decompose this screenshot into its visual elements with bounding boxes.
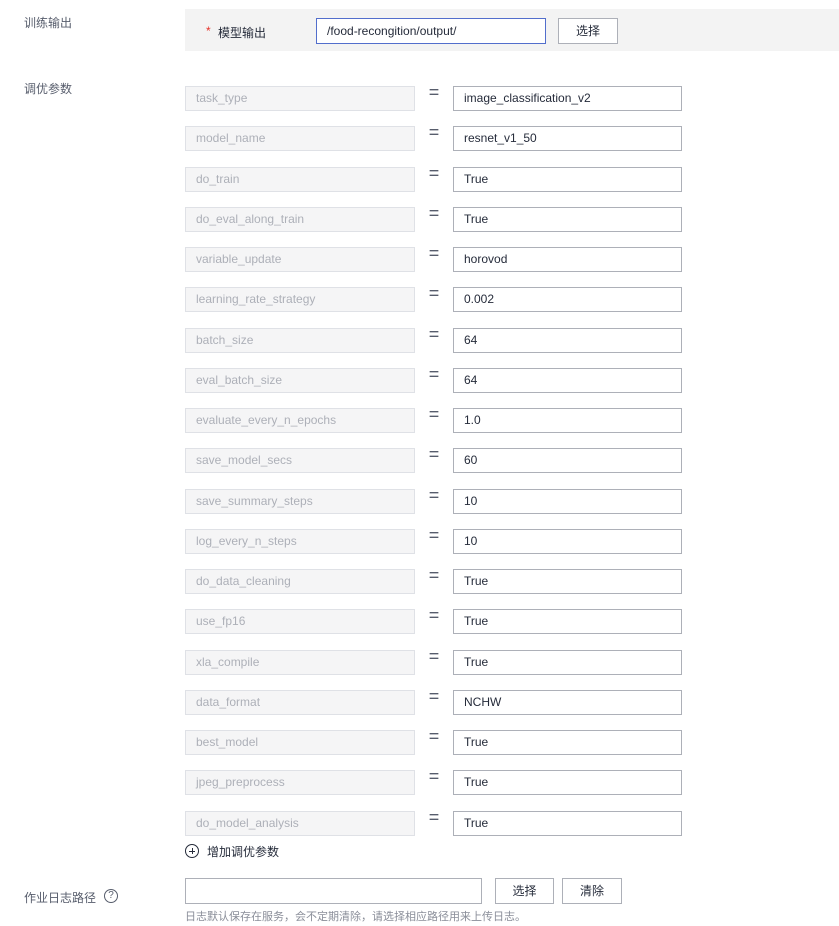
job-log-clear-button[interactable]: 清除 (562, 878, 622, 904)
tuning-param-row: save_summary_steps = 10 (185, 485, 685, 514)
tuning-param-key-input[interactable]: best_model (185, 730, 415, 755)
tuning-param-value-input[interactable]: NCHW (453, 690, 682, 715)
tuning-param-value-input[interactable]: image_classification_v2 (453, 86, 682, 111)
equals-sign: = (428, 565, 440, 585)
tuning-param-value-input[interactable]: 1.0 (453, 408, 682, 433)
tuning-param-row: model_name = resnet_v1_50 (185, 122, 685, 151)
equals-sign: = (428, 404, 440, 424)
tuning-param-key-input[interactable]: do_model_analysis (185, 811, 415, 836)
tuning-param-row: xla_compile = True (185, 646, 685, 675)
tuning-param-key-input[interactable]: do_train (185, 167, 415, 192)
tuning-param-value-input[interactable]: True (453, 207, 682, 232)
tuning-param-row: batch_size = 64 (185, 324, 685, 353)
equals-sign: = (428, 726, 440, 746)
tuning-param-value-input[interactable]: True (453, 770, 682, 795)
tuning-param-key-input[interactable]: jpeg_preprocess (185, 770, 415, 795)
tuning-param-key-input[interactable]: variable_update (185, 247, 415, 272)
tuning-param-value-input[interactable]: True (453, 569, 682, 594)
tuning-param-value-input[interactable]: horovod (453, 247, 682, 272)
equals-sign: = (428, 686, 440, 706)
tuning-params-label: 调优参数 (24, 82, 73, 96)
equals-sign: = (428, 605, 440, 625)
tuning-param-row: do_data_cleaning = True (185, 565, 685, 594)
equals-sign: = (428, 122, 440, 142)
equals-sign: = (428, 646, 440, 666)
equals-sign: = (428, 82, 440, 102)
tuning-param-row: log_every_n_steps = 10 (185, 525, 685, 554)
equals-sign: = (428, 324, 440, 344)
tuning-param-key-input[interactable]: eval_batch_size (185, 368, 415, 393)
tuning-param-row: do_eval_along_train = True (185, 203, 685, 232)
tuning-param-value-input[interactable]: 64 (453, 368, 682, 393)
tuning-param-key-input[interactable]: log_every_n_steps (185, 529, 415, 554)
required-mark: * (206, 24, 211, 38)
tuning-param-key-input[interactable]: save_summary_steps (185, 489, 415, 514)
model-output-label: 模型输出 (218, 26, 267, 40)
equals-sign: = (428, 525, 440, 545)
tuning-param-value-input[interactable]: 0.002 (453, 287, 682, 312)
model-output-select-button[interactable]: 选择 (558, 18, 618, 44)
equals-sign: = (428, 203, 440, 223)
tuning-param-value-input[interactable]: 10 (453, 489, 682, 514)
tuning-param-row: save_model_secs = 60 (185, 444, 685, 473)
tuning-param-row: task_type = image_classification_v2 (185, 82, 685, 111)
tuning-param-key-input[interactable]: learning_rate_strategy (185, 287, 415, 312)
equals-sign: = (428, 766, 440, 786)
tuning-param-row: use_fp16 = True (185, 605, 685, 634)
tuning-param-key-input[interactable]: evaluate_every_n_epochs (185, 408, 415, 433)
tuning-param-row: do_model_analysis = True (185, 807, 685, 836)
add-tuning-param-label: 增加调优参数 (207, 844, 280, 859)
tuning-param-key-input[interactable]: batch_size (185, 328, 415, 353)
tuning-param-key-input[interactable]: xla_compile (185, 650, 415, 675)
equals-sign: = (428, 485, 440, 505)
question-circle-icon[interactable]: ? (104, 889, 118, 903)
add-tuning-param-button[interactable]: 增加调优参数 (185, 843, 279, 859)
tuning-param-value-input[interactable]: 60 (453, 448, 682, 473)
equals-sign: = (428, 364, 440, 384)
plus-circle-icon (185, 844, 199, 858)
tuning-param-key-input[interactable]: do_data_cleaning (185, 569, 415, 594)
model-output-path-input[interactable]: /food-recongition/output/ (316, 18, 546, 44)
tuning-param-key-input[interactable]: do_eval_along_train (185, 207, 415, 232)
tuning-param-value-input[interactable]: True (453, 650, 682, 675)
equals-sign: = (428, 243, 440, 263)
tuning-param-value-input[interactable]: resnet_v1_50 (453, 126, 682, 151)
tuning-param-key-input[interactable]: use_fp16 (185, 609, 415, 634)
job-log-path-input[interactable] (185, 878, 482, 904)
tuning-param-row: eval_batch_size = 64 (185, 364, 685, 393)
tuning-param-row: data_format = NCHW (185, 686, 685, 715)
job-log-select-button[interactable]: 选择 (495, 878, 554, 904)
equals-sign: = (428, 163, 440, 183)
training-output-label: 训练输出 (24, 16, 73, 30)
tuning-param-value-input[interactable]: 10 (453, 529, 682, 554)
tuning-param-key-input[interactable]: save_model_secs (185, 448, 415, 473)
equals-sign: = (428, 444, 440, 464)
tuning-param-row: best_model = True (185, 726, 685, 755)
equals-sign: = (428, 283, 440, 303)
tuning-param-value-input[interactable]: 64 (453, 328, 682, 353)
tuning-param-row: do_train = True (185, 163, 685, 192)
tuning-param-row: evaluate_every_n_epochs = 1.0 (185, 404, 685, 433)
tuning-param-key-input[interactable]: task_type (185, 86, 415, 111)
tuning-param-row: learning_rate_strategy = 0.002 (185, 283, 685, 312)
tuning-param-key-input[interactable]: data_format (185, 690, 415, 715)
tuning-param-value-input[interactable]: True (453, 730, 682, 755)
equals-sign: = (428, 807, 440, 827)
tuning-param-value-input[interactable]: True (453, 811, 682, 836)
tuning-param-row: jpeg_preprocess = True (185, 766, 685, 795)
tuning-param-value-input[interactable]: True (453, 167, 682, 192)
job-log-hint: 日志默认保存在服务，会不定期清除，请选择相应路径用来上传日志。 (185, 911, 526, 923)
tuning-param-row: variable_update = horovod (185, 243, 685, 272)
job-log-path-label: 作业日志路径 (24, 891, 97, 905)
tuning-param-value-input[interactable]: True (453, 609, 682, 634)
tuning-param-key-input[interactable]: model_name (185, 126, 415, 151)
